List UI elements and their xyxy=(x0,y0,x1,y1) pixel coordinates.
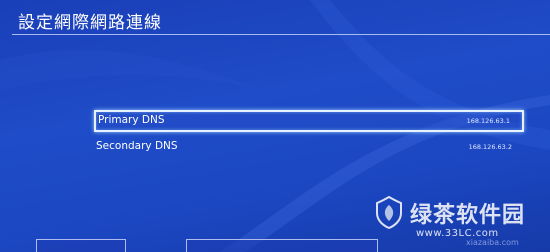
bottom-left-button[interactable] xyxy=(36,239,126,252)
secondary-dns-label: Secondary DNS xyxy=(96,140,178,152)
secondary-dns-value: 168.126.63.2 xyxy=(468,143,512,151)
watermark-logo-icon xyxy=(376,195,402,229)
watermark-faint-text: xiazaiba.com xyxy=(466,238,519,247)
primary-dns-label: Primary DNS xyxy=(98,114,165,126)
bottom-right-button[interactable] xyxy=(186,239,378,252)
primary-dns-row[interactable]: Primary DNS 168.126.63.1 xyxy=(94,110,524,132)
ps4-settings-screen: 設定網際網路連線 Primary DNS 168.126.63.1 Second… xyxy=(0,0,550,252)
primary-dns-value: 168.126.63.1 xyxy=(466,117,510,125)
title-divider xyxy=(12,34,550,35)
watermark-text: 绿茶软件园 xyxy=(410,203,526,228)
secondary-dns-row[interactable]: Secondary DNS 168.126.63.2 xyxy=(94,138,524,160)
page-title: 設定網際網路連線 xyxy=(18,13,162,33)
